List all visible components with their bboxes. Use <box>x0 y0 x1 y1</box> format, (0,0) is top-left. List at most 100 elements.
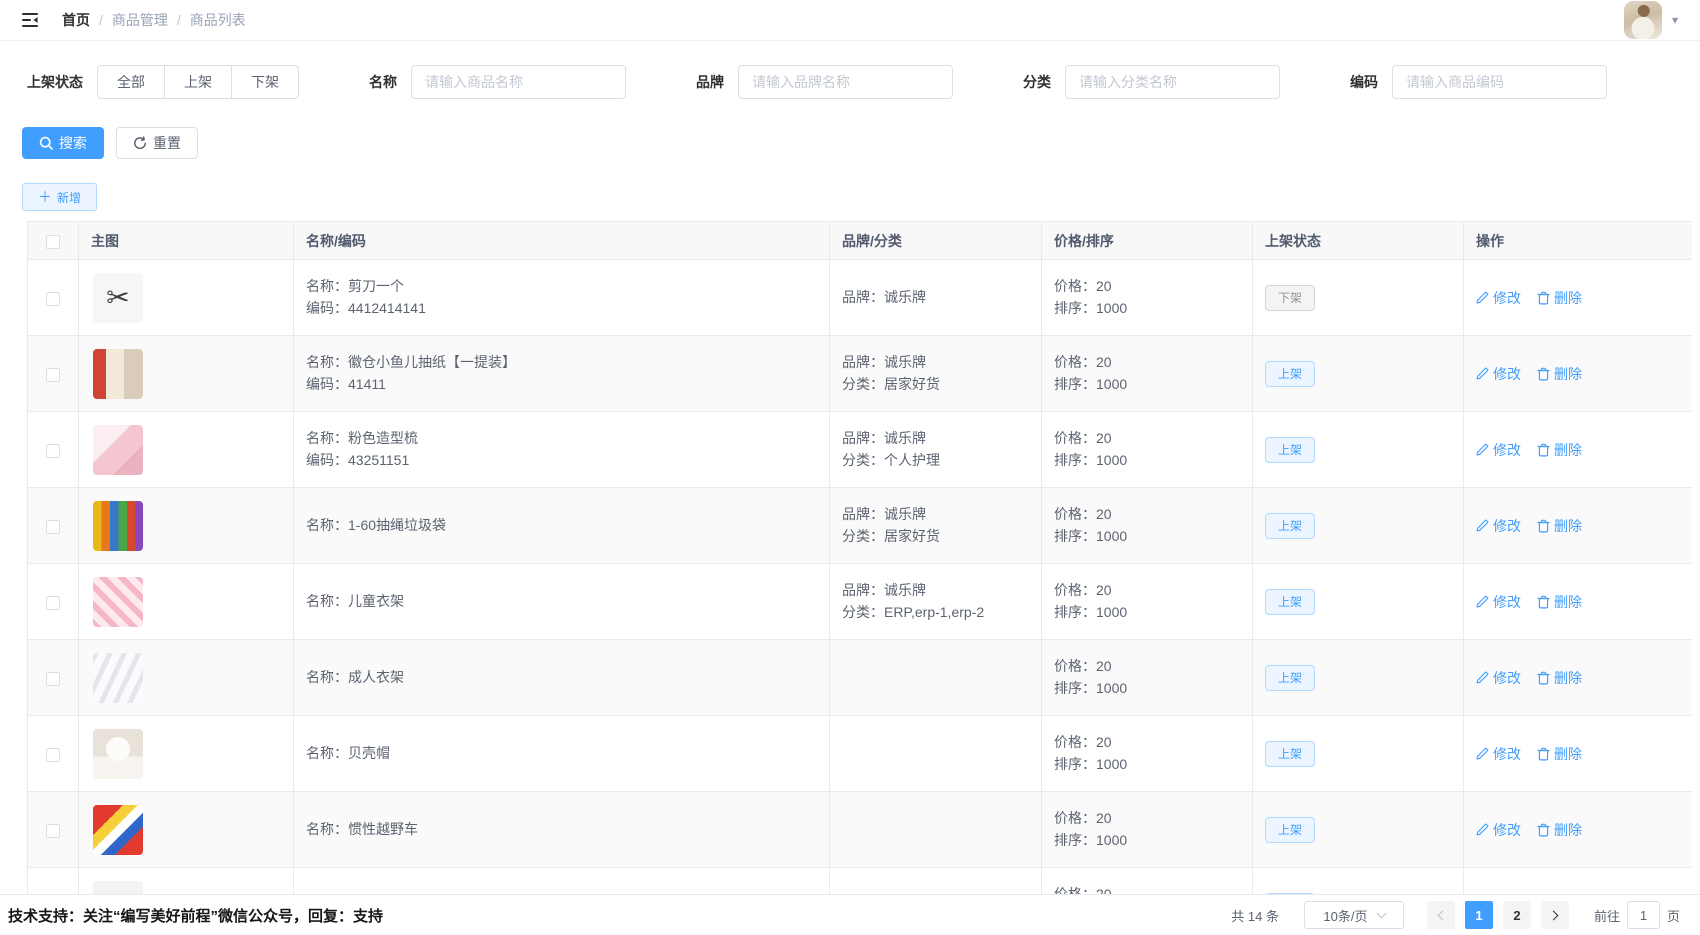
code-filter-input[interactable] <box>1392 65 1607 99</box>
delete-button[interactable]: 删除 <box>1537 516 1582 536</box>
delete-icon <box>1537 519 1550 533</box>
product-table-body: 名称：剪刀一个编码：4412414141品牌：诚乐牌价格：20排序：1000下架… <box>28 260 1693 895</box>
product-image-toy-truck <box>93 805 143 855</box>
price-label: 价格： <box>1054 506 1096 522</box>
edit-icon <box>1476 595 1489 608</box>
add-button[interactable]: ＋ 新增 <box>22 183 97 211</box>
sort-label: 排序： <box>1054 452 1096 468</box>
product-image-shell-hat <box>93 729 143 779</box>
page-unit-label: 页 <box>1667 906 1680 925</box>
breadcrumb-home[interactable]: 首页 <box>62 10 90 30</box>
name-filter-group: 名称 <box>369 65 626 99</box>
delete-button[interactable]: 删除 <box>1537 440 1582 460</box>
delete-button[interactable]: 删除 <box>1537 820 1582 840</box>
delete-button[interactable]: 删除 <box>1537 668 1582 688</box>
delete-button[interactable]: 删除 <box>1537 364 1582 384</box>
prev-page-button[interactable] <box>1427 901 1455 929</box>
code-filter-label: 编码 <box>1350 72 1378 92</box>
row-checkbox[interactable] <box>46 672 60 686</box>
delete-button[interactable]: 删除 <box>1537 592 1582 612</box>
status-badge[interactable]: 上架 <box>1265 589 1315 615</box>
delete-icon <box>1537 747 1550 761</box>
select-all-checkbox[interactable] <box>46 235 60 249</box>
header-status: 上架状态 <box>1253 222 1464 260</box>
name-filter-label: 名称 <box>369 72 397 92</box>
code-label: 编码： <box>306 376 348 392</box>
delete-icon <box>1537 443 1550 457</box>
name-label: 名称： <box>306 354 348 370</box>
product-name: 惯性越野车 <box>348 821 418 837</box>
name-filter-input[interactable] <box>411 65 626 99</box>
next-page-button[interactable] <box>1541 901 1569 929</box>
row-checkbox[interactable] <box>46 292 60 306</box>
name-label: 名称： <box>306 669 348 685</box>
product-code: 41411 <box>348 376 386 392</box>
goto-label: 前往 <box>1594 906 1620 925</box>
breadcrumb-product-management[interactable]: 商品管理 <box>112 10 168 30</box>
product-image-tissue-pack <box>93 349 143 399</box>
edit-button[interactable]: 修改 <box>1476 288 1521 308</box>
edit-button[interactable]: 修改 <box>1476 364 1521 384</box>
status-option-all[interactable]: 全部 <box>97 65 165 99</box>
goto-page-input[interactable] <box>1627 901 1660 929</box>
support-text: 技术支持：关注“编写美好前程”微信公众号，回复：支持 <box>8 905 383 926</box>
edit-button[interactable]: 修改 <box>1476 516 1521 536</box>
edit-button[interactable]: 修改 <box>1476 592 1521 612</box>
page-size-select[interactable]: 10条/页 <box>1304 901 1404 929</box>
brand-label: 品牌： <box>842 506 884 522</box>
code-label: 编码： <box>306 300 348 316</box>
edit-button[interactable]: 修改 <box>1476 820 1521 840</box>
collapse-menu-icon[interactable] <box>18 8 42 32</box>
edit-button[interactable]: 修改 <box>1476 744 1521 764</box>
product-image-trash-bags <box>93 501 143 551</box>
edit-button[interactable]: 修改 <box>1476 668 1521 688</box>
table-row: 名称：1-60抽绳垃圾袋品牌：诚乐牌分类：居家好货价格：20排序：1000上架修… <box>28 488 1693 564</box>
product-sort: 1000 <box>1096 604 1127 620</box>
sort-label: 排序： <box>1054 528 1096 544</box>
sort-label: 排序： <box>1054 680 1096 696</box>
delete-button[interactable]: 删除 <box>1537 744 1582 764</box>
product-sort: 1000 <box>1096 300 1127 316</box>
status-badge[interactable]: 上架 <box>1265 817 1315 843</box>
row-checkbox[interactable] <box>46 824 60 838</box>
reset-button[interactable]: 重置 <box>116 127 198 159</box>
product-price: 20 <box>1096 810 1112 826</box>
row-checkbox[interactable] <box>46 368 60 382</box>
user-avatar[interactable] <box>1624 1 1662 39</box>
product-image-adult-hangers <box>93 653 143 703</box>
name-label: 名称： <box>306 278 348 294</box>
page-button-2[interactable]: 2 <box>1503 901 1531 929</box>
code-filter-group: 编码 <box>1350 65 1607 99</box>
status-badge[interactable]: 上架 <box>1265 513 1315 539</box>
row-checkbox[interactable] <box>46 596 60 610</box>
user-menu[interactable]: ▾ <box>1624 1 1678 39</box>
table-row: 名称：徽仓小鱼儿抽纸【一提装】编码：41411品牌：诚乐牌分类：居家好货价格：2… <box>28 336 1693 412</box>
row-checkbox[interactable] <box>46 748 60 762</box>
page-button-1[interactable]: 1 <box>1465 901 1493 929</box>
status-badge[interactable]: 上架 <box>1265 437 1315 463</box>
product-name: 成人衣架 <box>348 669 404 685</box>
status-badge[interactable]: 上架 <box>1265 665 1315 691</box>
table-row: 名称：贝壳帽价格：20排序：1000上架修改删除 <box>28 716 1693 792</box>
status-filter-group: 上架状态 全部 上架 下架 <box>27 65 299 99</box>
price-label: 价格： <box>1054 810 1096 826</box>
status-badge[interactable]: 上架 <box>1265 741 1315 767</box>
table-row: 名称：儿童衣架品牌：诚乐牌分类：ERP,erp-1,erp-2价格：20排序：1… <box>28 564 1693 640</box>
row-checkbox[interactable] <box>46 520 60 534</box>
product-price: 20 <box>1096 506 1112 522</box>
edit-button[interactable]: 修改 <box>1476 440 1521 460</box>
product-name: 1-60抽绳垃圾袋 <box>348 517 446 533</box>
delete-button[interactable]: 删除 <box>1537 288 1582 308</box>
name-label: 名称： <box>306 593 348 609</box>
row-checkbox[interactable] <box>46 444 60 458</box>
status-option-on[interactable]: 上架 <box>165 65 232 99</box>
brand-filter-input[interactable] <box>738 65 953 99</box>
status-badge[interactable]: 下架 <box>1265 285 1315 311</box>
product-price: 20 <box>1096 430 1112 446</box>
breadcrumb-product-list: 商品列表 <box>190 10 246 30</box>
search-button[interactable]: 搜索 <box>22 127 104 159</box>
code-label: 编码： <box>306 452 348 468</box>
status-option-off[interactable]: 下架 <box>232 65 299 99</box>
status-badge[interactable]: 上架 <box>1265 361 1315 387</box>
category-filter-input[interactable] <box>1065 65 1280 99</box>
